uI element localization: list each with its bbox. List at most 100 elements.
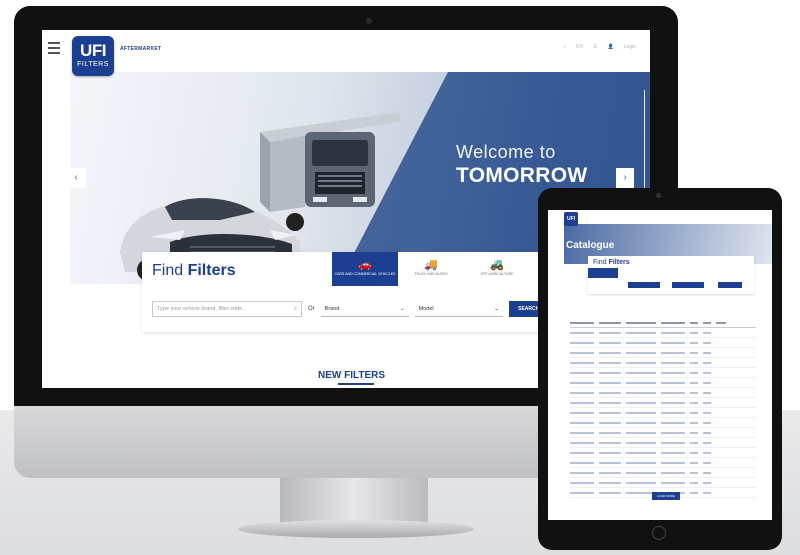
tablet-logo[interactable]: UFI	[564, 212, 578, 226]
table-cell	[626, 471, 656, 474]
table-row[interactable]	[570, 358, 756, 368]
login-link[interactable]: Login	[624, 44, 636, 50]
table-cell	[599, 361, 621, 364]
monitor-stand-neck	[280, 478, 428, 526]
table-cell	[626, 351, 656, 354]
hero-welcome-text: Welcome to	[456, 142, 556, 162]
table-row[interactable]	[570, 388, 756, 398]
tablet-brand-select[interactable]	[628, 282, 660, 288]
table-row[interactable]	[570, 368, 756, 378]
table-row[interactable]	[570, 428, 756, 438]
table-cell	[690, 491, 698, 494]
table-cell	[661, 411, 685, 414]
table-row[interactable]	[570, 408, 756, 418]
table-cell	[703, 461, 711, 464]
table-cell	[570, 361, 594, 364]
search-icon[interactable]: ⌕	[563, 44, 566, 50]
user-icon[interactable]: 👤	[608, 44, 614, 50]
tab-cars-label: CARS AND COMMERCIAL VEHICLES	[334, 272, 396, 276]
tab-trucks-label: TRUCK AND BUSES	[414, 272, 448, 276]
tablet-model-select[interactable]	[672, 282, 704, 288]
scene: UFI FILTERS AFTERMARKET ⌕ EN ☰ 👤 Login W…	[0, 0, 800, 555]
table-row[interactable]	[570, 338, 756, 348]
table-cell	[599, 471, 621, 474]
table-cell	[690, 431, 698, 434]
table-header-row	[570, 318, 756, 328]
table-cell	[570, 381, 594, 384]
table-cell	[570, 341, 594, 344]
table-row[interactable]	[570, 468, 756, 478]
search-icon: ⌕	[293, 305, 297, 312]
table-cell	[599, 351, 621, 354]
ufi-logo[interactable]: UFI FILTERS	[72, 36, 114, 76]
find-filters-title-bold: Filters	[187, 262, 236, 279]
table-cell	[570, 371, 594, 374]
table-cell	[661, 361, 685, 364]
table-cell	[661, 391, 685, 394]
table-row[interactable]	[570, 328, 756, 338]
tablet-camera	[656, 193, 661, 198]
tablet-banner-title: Catalogue	[566, 240, 615, 251]
table-cell	[703, 471, 711, 474]
table-cell	[599, 331, 621, 334]
tab-trucks[interactable]: 🚚 TRUCK AND BUSES	[398, 252, 464, 286]
table-cell	[570, 491, 594, 494]
table-row[interactable]	[570, 448, 756, 458]
tablet-tab-agriculture[interactable]	[648, 268, 678, 278]
table-cell	[661, 471, 685, 474]
monitor-stand-foot	[238, 520, 474, 538]
table-cell	[599, 421, 621, 424]
tablet-find-filters-title: Find Filters	[593, 259, 630, 266]
table-cell	[626, 441, 656, 444]
search-row: Type your vehicle brand, filter code... …	[152, 300, 549, 318]
table-cell	[626, 451, 656, 454]
table-cell	[661, 441, 685, 444]
load-more-button[interactable]: LOAD MORE	[652, 492, 680, 500]
hamburger-menu-icon[interactable]	[48, 42, 60, 54]
language-selector[interactable]: EN	[576, 44, 583, 50]
table-cell	[599, 371, 621, 374]
carousel-next-button[interactable]: ›	[616, 168, 634, 188]
table-row[interactable]	[570, 458, 756, 468]
tab-cars[interactable]: 🚗 CARS AND COMMERCIAL VEHICLES	[332, 252, 398, 286]
tablet-home-button[interactable]	[652, 526, 666, 540]
table-row[interactable]	[570, 348, 756, 358]
search-placeholder: Type your vehicle brand, filter code...	[157, 306, 247, 312]
tablet-header	[548, 210, 772, 224]
table-row[interactable]	[570, 438, 756, 448]
carousel-prev-button[interactable]: ‹	[70, 168, 86, 188]
table-cell	[690, 371, 698, 374]
table-cell	[599, 381, 621, 384]
table-row[interactable]	[570, 478, 756, 488]
table-cell	[626, 431, 656, 434]
table-cell	[690, 351, 698, 354]
table-row[interactable]	[570, 418, 756, 428]
tab-agriculture[interactable]: 🚜 OFF-AGRICULTURE	[464, 252, 530, 286]
table-cell	[661, 371, 685, 374]
table-cell	[599, 491, 621, 494]
tablet-tab-cars[interactable]	[588, 268, 618, 278]
tablet-search-button[interactable]	[718, 282, 742, 288]
table-cell	[690, 381, 698, 384]
tablet-tab-trucks[interactable]	[618, 268, 648, 278]
brand-select[interactable]: Brand ⌄	[320, 301, 409, 317]
menu-icon[interactable]: ☰	[593, 44, 597, 50]
table-cell	[626, 461, 656, 464]
tablet-tabs	[588, 268, 708, 278]
tablet-tab-moto[interactable]	[678, 268, 708, 278]
camera-dot	[366, 18, 372, 24]
table-row[interactable]	[570, 378, 756, 388]
table-cell	[690, 341, 698, 344]
table-cell	[570, 391, 594, 394]
table-row[interactable]	[570, 398, 756, 408]
search-input[interactable]: Type your vehicle brand, filter code... …	[152, 301, 302, 317]
model-select[interactable]: Model ⌄	[414, 301, 503, 317]
table-cell	[570, 441, 594, 444]
table-cell	[570, 331, 594, 334]
table-cell	[703, 391, 711, 394]
model-select-label: Model	[418, 305, 434, 312]
find-filters-title: Find Filters	[152, 262, 236, 280]
table-cell	[690, 331, 698, 334]
new-filters-underline	[338, 383, 374, 385]
table-cell	[703, 481, 711, 484]
